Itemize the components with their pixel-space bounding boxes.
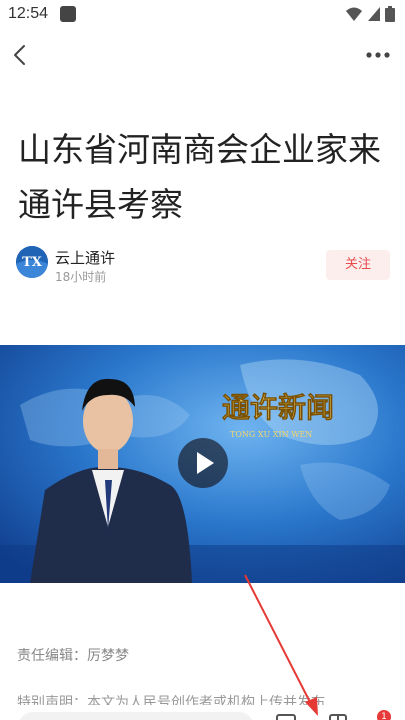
wifi-icon — [346, 7, 362, 21]
video-overlay-subtitle: TONG XU XIN WEN — [230, 430, 312, 439]
video-overlay-title: 通许新闻 — [222, 391, 334, 424]
comment-icon[interactable] — [275, 713, 297, 720]
author-avatar[interactable]: TX — [16, 246, 48, 278]
notification-badge: 1 — [377, 710, 391, 720]
more-options-button[interactable] — [363, 42, 393, 68]
responsible-editor: 责任编辑：厉梦梦 — [17, 648, 129, 664]
status-time: 12:54 — [8, 5, 49, 22]
chevron-left-icon — [14, 45, 25, 65]
notification-app-icon — [60, 6, 76, 22]
comment-input[interactable] — [18, 712, 254, 720]
favorite-icon[interactable] — [327, 713, 349, 720]
back-button[interactable] — [8, 42, 34, 68]
author-row: TX 云上通许 18小时前 关注 — [16, 244, 390, 288]
status-bar: 12:54 — [0, 0, 405, 30]
avatar-text: TX — [22, 255, 43, 270]
follow-button[interactable]: 关注 — [326, 250, 390, 280]
status-indicators — [345, 6, 395, 22]
play-icon — [197, 452, 214, 474]
article-title: 山东省河南商会企业家来通许县考察 — [18, 130, 381, 224]
author-name[interactable]: 云上通许 — [55, 247, 115, 268]
publish-time: 18小时前 — [55, 270, 107, 284]
top-nav-bar — [0, 30, 405, 80]
battery-icon — [385, 6, 395, 22]
avatar-logo-icon: TX — [16, 246, 48, 278]
play-button[interactable] — [178, 438, 228, 488]
more-dots-icon — [366, 52, 390, 58]
signal-icon — [368, 7, 380, 21]
